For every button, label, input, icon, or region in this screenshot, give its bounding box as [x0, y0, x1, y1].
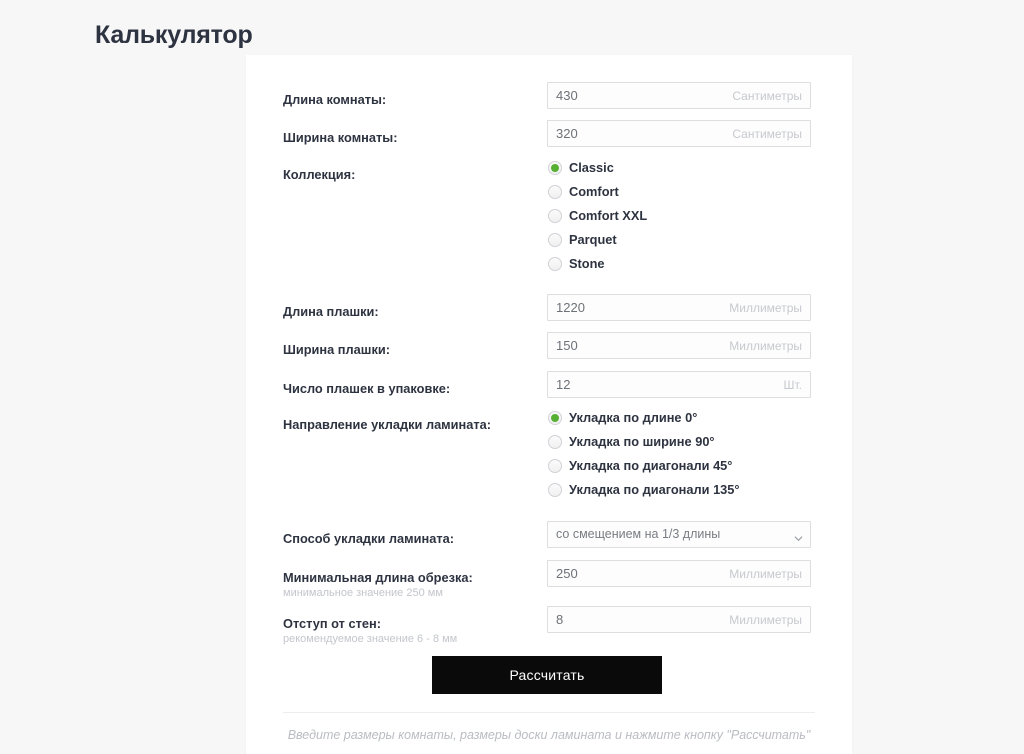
radio-label-laying-direction-3: Укладка по диагонали 135°	[569, 482, 740, 497]
footer-note: Введите размеры комнаты, размеры доски л…	[287, 728, 811, 742]
hint-wall-gap: рекомендуемое значение 6 - 8 мм	[283, 633, 458, 645]
unit-room-width: Сантиметры	[732, 127, 802, 141]
input-room-width[interactable]: 320 Сантиметры	[547, 120, 811, 147]
label-collection: Коллекция:	[283, 167, 356, 182]
label-planks-per-pack: Число плашек в упаковке:	[283, 381, 451, 396]
input-min-cut-length[interactable]: 250 Миллиметры	[547, 560, 811, 587]
calculate-button[interactable]: Рассчитать	[432, 656, 662, 694]
radio-label-collection-2: Comfort XXL	[569, 208, 648, 223]
input-value-plank-width: 150	[556, 338, 578, 353]
label-room-length: Длина комнаты:	[283, 92, 387, 107]
radio-unchecked-icon[interactable]	[548, 185, 562, 199]
radio-label-collection-4: Stone	[569, 256, 605, 271]
radio-unchecked-icon[interactable]	[548, 257, 562, 271]
input-value-wall-gap: 8	[556, 612, 564, 627]
radio-label-laying-direction-1: Укладка по ширине 90°	[569, 434, 715, 449]
unit-planks-per-pack: Шт.	[783, 378, 803, 392]
select-value-laying-method: со смещением на 1/3 длины	[556, 527, 721, 541]
unit-wall-gap: Миллиметры	[729, 613, 802, 627]
label-plank-length: Длина плашки:	[283, 304, 379, 319]
input-room-length[interactable]: 430 Сантиметры	[547, 82, 811, 109]
unit-min-cut-length: Миллиметры	[729, 567, 802, 581]
radio-checked-icon[interactable]	[548, 411, 562, 425]
label-plank-width: Ширина плашки:	[283, 342, 390, 357]
unit-plank-width: Миллиметры	[729, 339, 802, 353]
input-wall-gap[interactable]: 8 Миллиметры	[547, 606, 811, 633]
select-laying-method[interactable]: со смещением на 1/3 длины	[547, 521, 811, 548]
unit-room-length: Сантиметры	[732, 89, 802, 103]
calculator-card: Длина комнаты: 430 Сантиметры Ширина комнат…	[246, 55, 852, 754]
input-plank-width[interactable]: 150 Миллиметры	[547, 332, 811, 359]
chevron-down-icon	[794, 530, 803, 542]
input-value-planks-per-pack: 12	[556, 377, 571, 392]
radio-label-laying-direction-2: Укладка по диагонали 45°	[569, 458, 733, 473]
unit-plank-length: Миллиметры	[729, 301, 802, 315]
label-min-cut-length: Минимальная длина обрезка:	[283, 570, 473, 585]
label-laying-direction: Направление укладки ламината:	[283, 417, 492, 432]
label-wall-gap: Отступ от стен:	[283, 616, 381, 631]
radio-label-collection-3: Parquet	[569, 232, 617, 247]
radio-unchecked-icon[interactable]	[548, 209, 562, 223]
page-title: Калькулятор	[95, 20, 253, 49]
label-room-width: Ширина комнаты:	[283, 130, 398, 145]
input-value-min-cut-length: 250	[556, 566, 578, 581]
hint-min-cut-length: минимальное значение 250 мм	[283, 587, 443, 599]
calculator-page: Калькулятор Длина комнаты: 430 Сантиметры Ш…	[0, 0, 1024, 754]
radio-unchecked-icon[interactable]	[548, 435, 562, 449]
radio-checked-icon[interactable]	[548, 161, 562, 175]
radio-unchecked-icon[interactable]	[548, 233, 562, 247]
input-value-room-length: 430	[556, 88, 578, 103]
footer-divider	[283, 712, 815, 713]
input-value-room-width: 320	[556, 126, 578, 141]
radio-label-laying-direction-0: Укладка по длине 0°	[569, 410, 698, 425]
radio-unchecked-icon[interactable]	[548, 459, 562, 473]
radio-label-collection-1: Comfort	[569, 184, 619, 199]
label-laying-method: Способ укладки ламината:	[283, 531, 454, 546]
input-value-plank-length: 1220	[556, 300, 585, 315]
input-planks-per-pack[interactable]: 12 Шт.	[547, 371, 811, 398]
radio-label-collection-0: Classic	[569, 160, 614, 175]
radio-unchecked-icon[interactable]	[548, 483, 562, 497]
input-plank-length[interactable]: 1220 Миллиметры	[547, 294, 811, 321]
